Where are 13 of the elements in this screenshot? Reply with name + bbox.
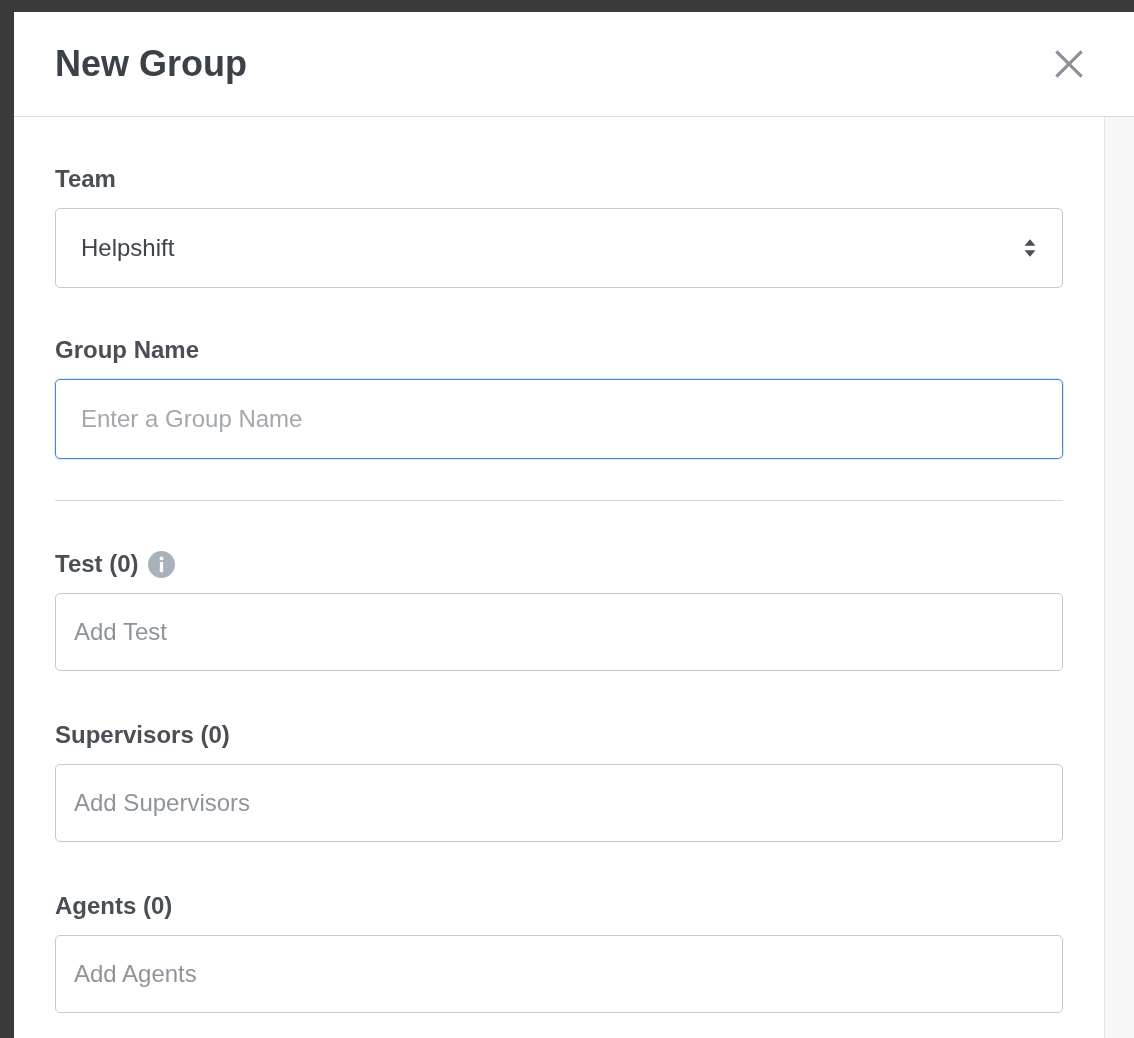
member-input[interactable]: Add Test [55, 593, 1063, 671]
field-label: Group Name [55, 335, 201, 365]
field-label: Team [55, 164, 117, 194]
dialog-title: New Group [55, 42, 247, 86]
sort-caret-icon [1022, 237, 1038, 259]
member-input[interactable]: Add Agents [55, 935, 1063, 1013]
team-select[interactable]: Helpshift [55, 208, 1063, 288]
info-icon [147, 550, 175, 578]
member-input[interactable]: Add Supervisors [55, 764, 1063, 842]
group-name-input[interactable]: Enter a Group Name [55, 379, 1063, 459]
field-label: Supervisors (0) [55, 720, 230, 750]
field-label: Agents (0) [55, 891, 173, 921]
field-label: Test (0) [55, 549, 139, 579]
